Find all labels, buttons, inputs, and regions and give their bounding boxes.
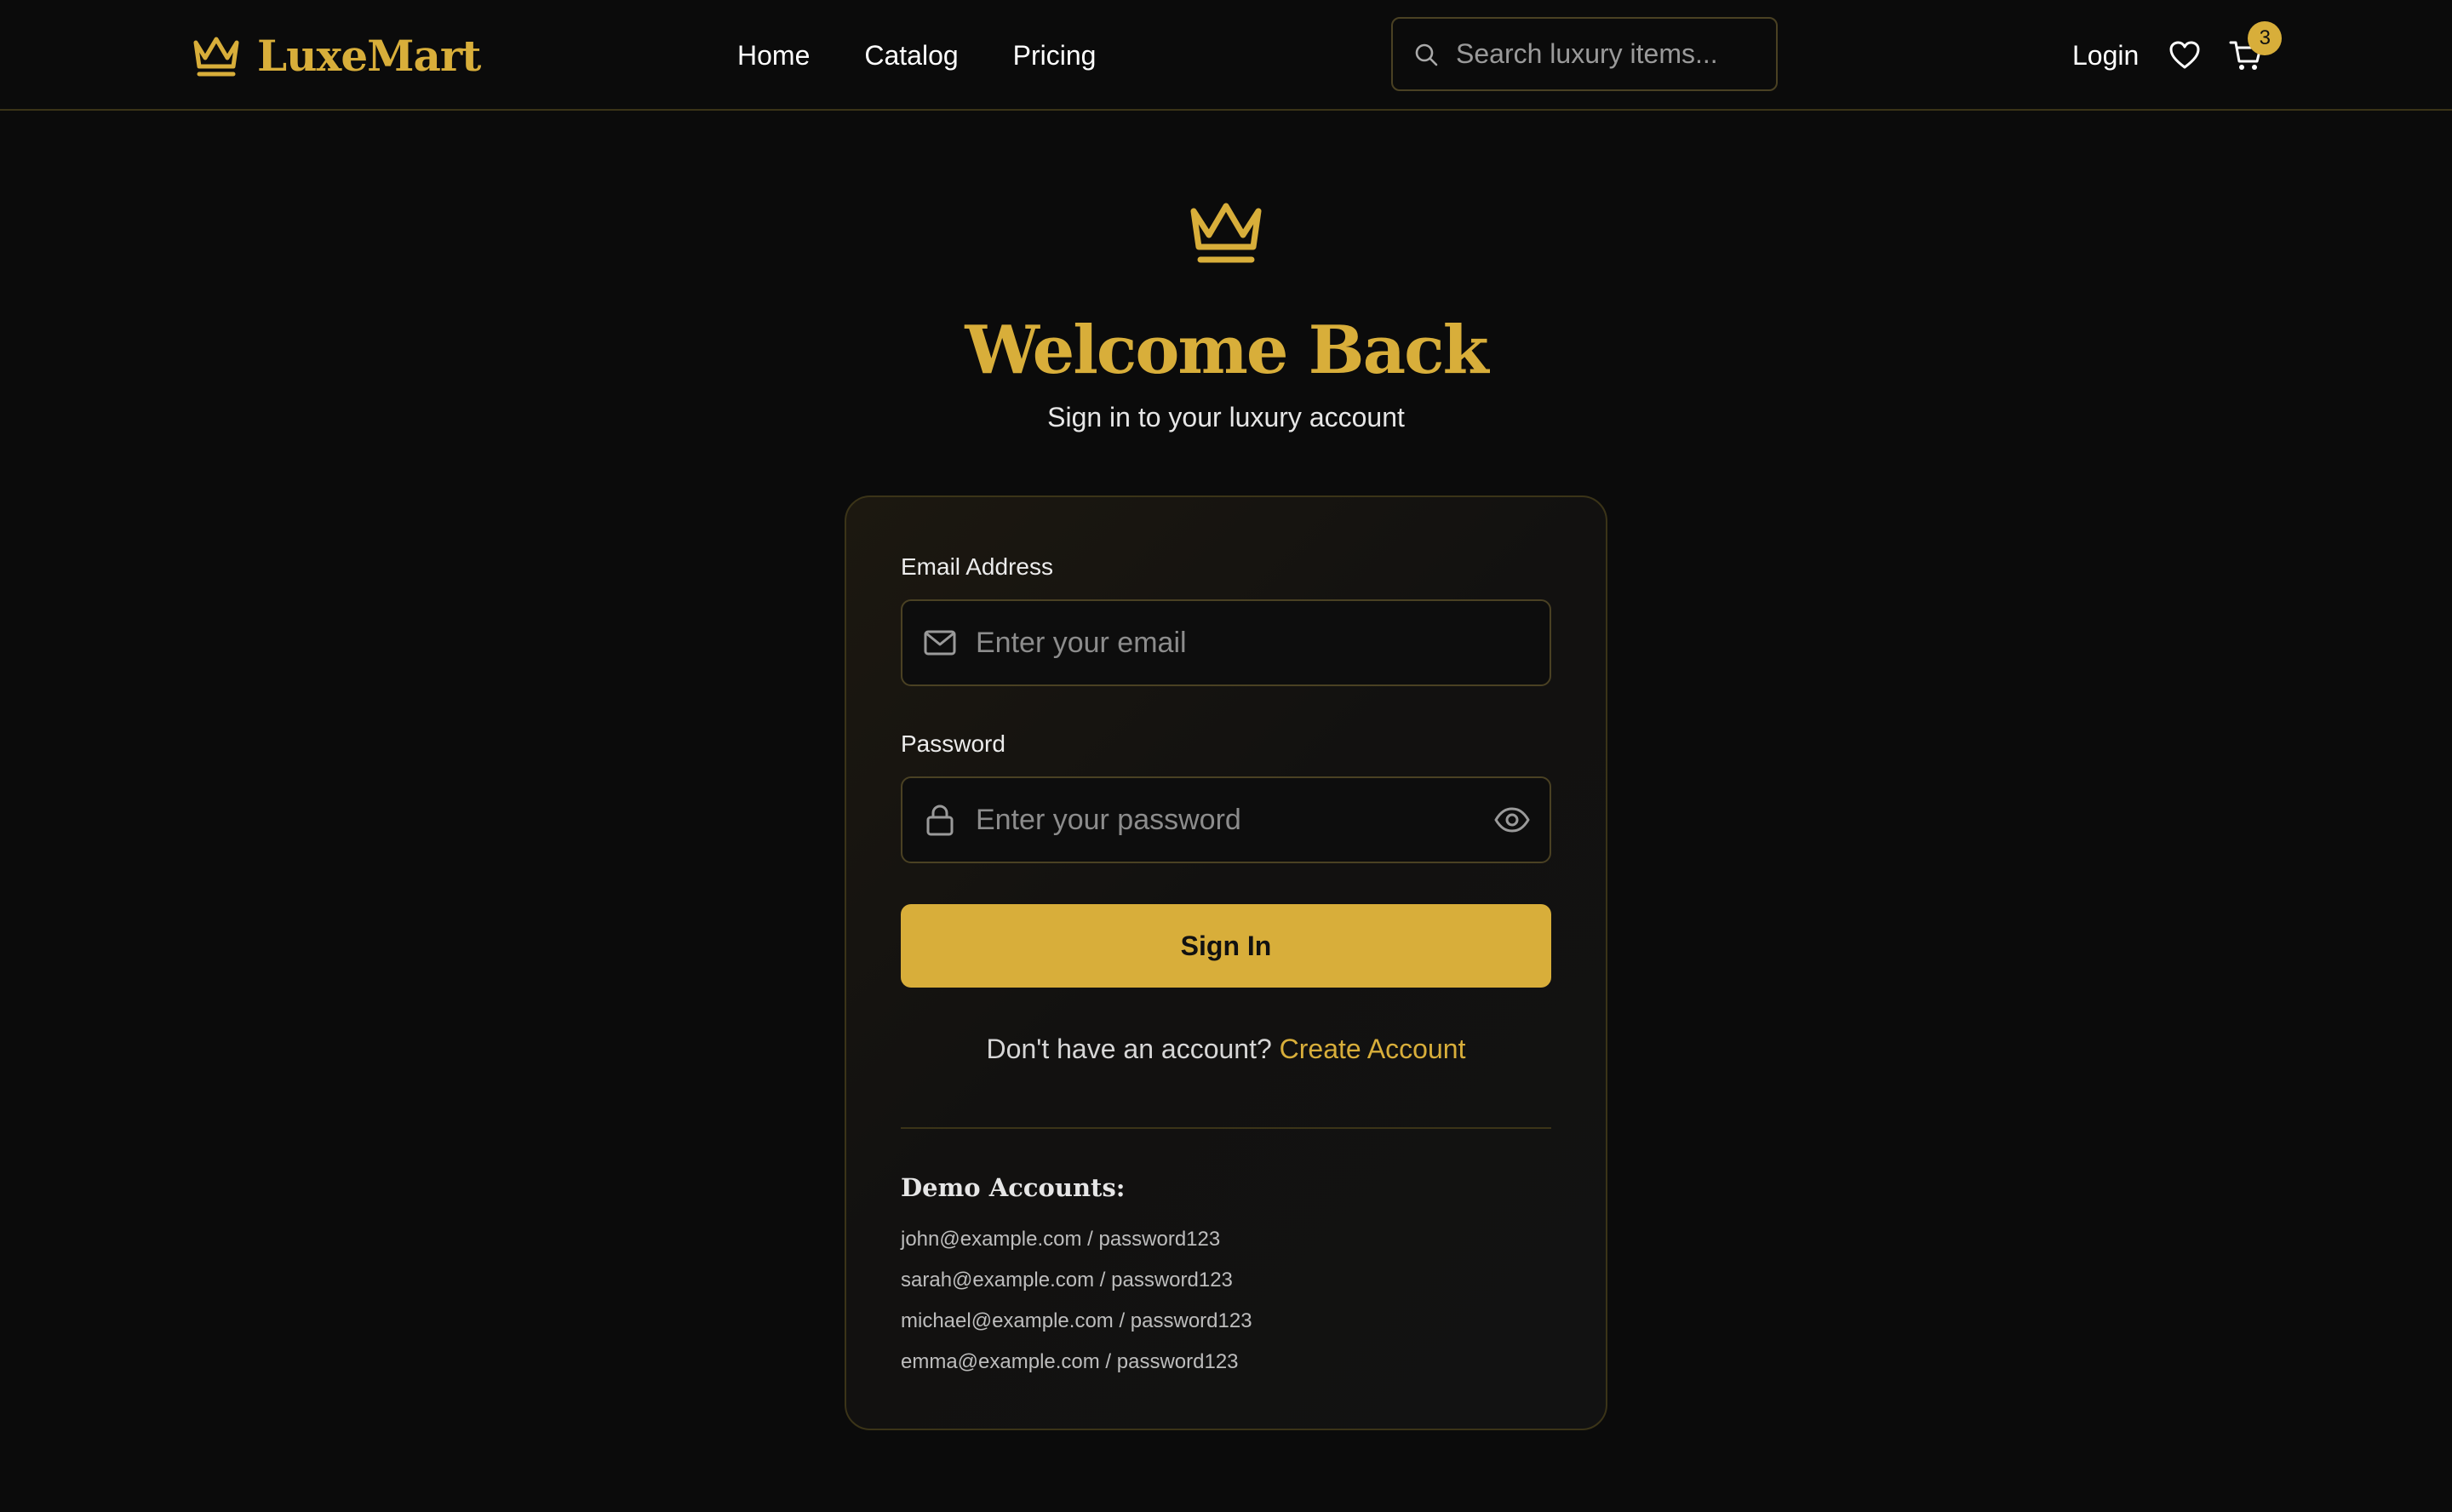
eye-icon[interactable]: [1493, 801, 1531, 839]
demo-account-item: sarah@example.com / password123: [901, 1269, 1233, 1292]
header-actions: Login 3: [2072, 21, 2283, 87]
sign-in-button[interactable]: Sign In: [901, 904, 1551, 988]
signup-prompt: Don't have an account? Create Account: [846, 1034, 1606, 1065]
demo-accounts-title: Demo Accounts:: [901, 1173, 1126, 1202]
email-input[interactable]: [976, 626, 1550, 660]
page-title: Welcome Back: [965, 312, 1488, 389]
brand-name: LuxeMart: [257, 30, 481, 81]
cart-button[interactable]: 3: [2227, 21, 2283, 74]
crown-icon: [193, 37, 239, 77]
demo-account-item: emma@example.com / password123: [901, 1350, 1239, 1373]
wishlist-button[interactable]: [2166, 37, 2203, 74]
login-link[interactable]: Login: [2072, 40, 2139, 72]
create-account-link[interactable]: Create Account: [1280, 1034, 1466, 1064]
signup-prompt-text: Don't have an account?: [986, 1034, 1272, 1064]
login-card: Email Address Password Sign In Don't hav…: [845, 495, 1607, 1430]
demo-account-item: michael@example.com / password123: [901, 1309, 1252, 1332]
password-input[interactable]: [976, 803, 1475, 837]
main-nav: Home Catalog Pricing: [737, 34, 1096, 77]
password-label: Password: [901, 730, 1005, 757]
cart-count-badge: 3: [2248, 21, 2283, 55]
lock-icon: [926, 805, 954, 836]
search-icon: [1415, 43, 1438, 66]
crown-icon: [1190, 203, 1262, 263]
site-header: LuxeMart Home Catalog Pricing Login 3: [0, 0, 2452, 111]
nav-catalog[interactable]: Catalog: [864, 40, 958, 72]
page-subtitle: Sign in to your luxury account: [1047, 402, 1405, 432]
email-field: [901, 599, 1551, 686]
demo-account-item: john@example.com / password123: [901, 1228, 1221, 1251]
divider: [901, 1127, 1551, 1129]
demo-accounts-list: john@example.com / password123 sarah@exa…: [901, 1226, 1252, 1389]
heart-icon: [2169, 41, 2200, 69]
nav-pricing[interactable]: Pricing: [1013, 40, 1097, 72]
password-field: [901, 776, 1551, 863]
mail-icon: [924, 630, 956, 656]
nav-home[interactable]: Home: [737, 40, 810, 72]
search-input[interactable]: [1456, 38, 1762, 70]
search-box: [1391, 17, 1778, 91]
email-label: Email Address: [901, 553, 1053, 580]
brand-logo[interactable]: LuxeMart: [191, 29, 481, 82]
